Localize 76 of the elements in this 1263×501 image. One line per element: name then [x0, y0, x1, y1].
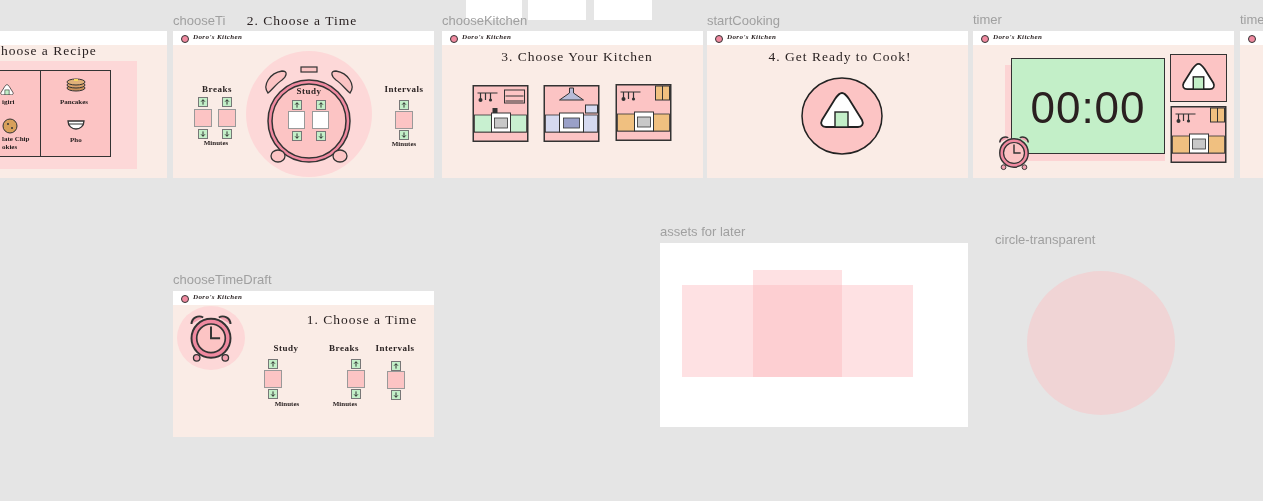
arrow-down-icon	[393, 392, 399, 398]
logo-icon	[981, 35, 989, 43]
field-label: Study	[296, 87, 322, 96]
increase-button[interactable]	[351, 359, 361, 369]
arrow-up-icon	[270, 361, 276, 367]
increase-button[interactable]	[291, 100, 302, 110]
frame-label: startCooking	[707, 14, 780, 27]
frame-label: circle-transparent	[995, 233, 1096, 246]
frame-label: assets for later	[660, 225, 746, 238]
input-field[interactable]	[395, 111, 413, 129]
arrow-down-icon	[317, 133, 324, 139]
arrow-up-icon	[200, 99, 206, 105]
logo-icon	[1248, 35, 1256, 43]
frame-background	[528, 0, 586, 20]
input-field[interactable]	[218, 109, 236, 127]
increase-button[interactable]	[198, 97, 208, 107]
field-label: Study	[273, 344, 299, 353]
field-label: Intervals	[384, 85, 424, 94]
onigiri-icon	[1181, 62, 1216, 90]
kitchen-drawing	[615, 84, 672, 141]
arrow-up-icon	[401, 102, 407, 108]
arrow-up-icon	[224, 99, 230, 105]
logo-icon	[181, 35, 189, 43]
arrow-up-icon	[353, 361, 359, 367]
page-title: 3. Choose Your Kitchen	[501, 50, 653, 64]
input-field[interactable]	[194, 109, 212, 127]
frame-background	[594, 0, 652, 20]
logo-icon	[450, 35, 458, 43]
frame-label: timer	[973, 13, 1002, 26]
arrow-down-icon	[401, 132, 407, 138]
decrease-button[interactable]	[351, 389, 361, 399]
decrease-button[interactable]	[399, 130, 409, 140]
decrease-button[interactable]	[291, 131, 302, 141]
increase-button[interactable]	[391, 361, 401, 371]
input-field[interactable]	[347, 370, 365, 388]
arrow-down-icon	[224, 131, 230, 137]
decrease-button[interactable]	[198, 129, 208, 139]
increase-button[interactable]	[399, 100, 409, 110]
arrow-down-icon	[353, 391, 359, 397]
arrow-up-icon	[317, 102, 324, 108]
decrease-button[interactable]	[222, 129, 232, 139]
onigiri-icon	[801, 76, 883, 156]
input-field[interactable]	[312, 111, 329, 129]
logo-icon	[715, 35, 723, 43]
decrease-button[interactable]	[268, 389, 278, 399]
arrow-down-icon	[200, 131, 206, 137]
field-label: Intervals	[375, 344, 415, 353]
page-title: 2. Choose a Time	[246, 14, 358, 28]
arrow-down-icon	[270, 391, 276, 397]
arrow-down-icon	[293, 133, 300, 139]
increase-button[interactable]	[222, 97, 232, 107]
decrease-button[interactable]	[315, 131, 326, 141]
timer-text: 00:00	[1030, 86, 1146, 130]
increase-button[interactable]	[268, 359, 278, 369]
kitchen-drawing	[543, 85, 600, 142]
pancakes-icon	[66, 78, 86, 94]
arrow-up-icon	[293, 102, 300, 108]
field-label: Breaks	[329, 344, 359, 353]
kitchen-drawing	[472, 85, 529, 142]
page-title: 1. Choose a Time	[306, 313, 418, 327]
decrease-button[interactable]	[391, 390, 401, 400]
frame-label: chooseTi	[173, 14, 226, 27]
arrow-up-icon	[393, 363, 399, 369]
frame-label: chooseKitchen	[442, 14, 528, 27]
frame-label: chooseTimeDraft	[173, 273, 272, 286]
cookie-icon	[0, 118, 20, 134]
input-field[interactable]	[288, 111, 305, 129]
onigiri-icon	[0, 84, 14, 96]
input-field[interactable]	[387, 371, 405, 389]
increase-button[interactable]	[315, 100, 326, 110]
logo-icon	[181, 295, 189, 303]
page-title: 4. Get Ready to Cook!	[768, 50, 912, 64]
page-title: hoose a Recipe	[1, 44, 97, 58]
field-label: Breaks	[202, 85, 232, 94]
kitchen-drawing	[1170, 106, 1227, 163]
input-field[interactable]	[264, 370, 282, 388]
